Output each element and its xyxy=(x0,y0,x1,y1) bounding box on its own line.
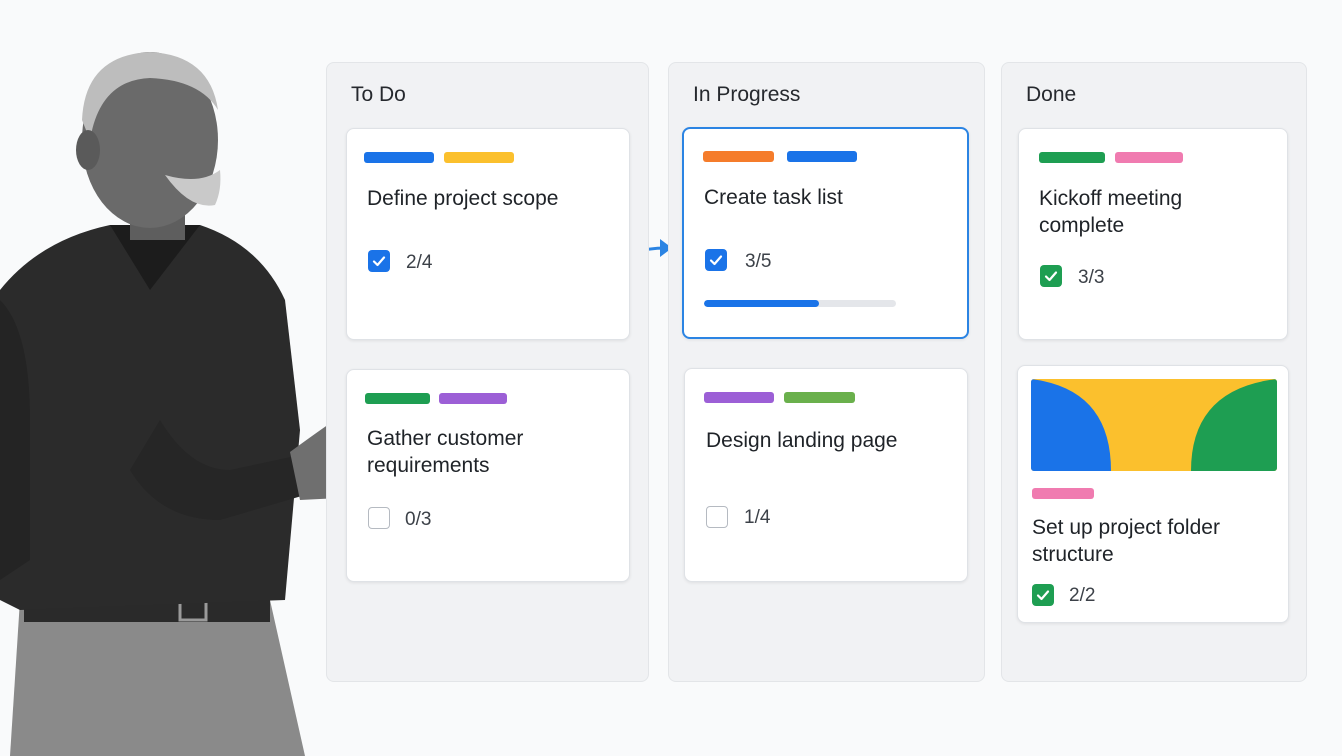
card-label[interactable] xyxy=(364,152,434,163)
card-title: Create task list xyxy=(704,186,843,209)
checklist-checkbox[interactable] xyxy=(368,507,390,529)
column-title: To Do xyxy=(351,83,406,106)
card-label[interactable] xyxy=(444,152,514,163)
checklist-count: 3/3 xyxy=(1078,267,1105,288)
card-set-up-project-folder-structure[interactable]: Set up project folder structure 2/2 xyxy=(1017,365,1289,623)
check-icon xyxy=(1036,590,1050,601)
card-define-project-scope[interactable]: Define project scope 2/4 xyxy=(346,128,630,340)
checklist-count: 1/4 xyxy=(744,507,771,528)
card-label[interactable] xyxy=(784,392,855,403)
card-kickoff-meeting-complete[interactable]: Kickoff meeting complete 3/3 xyxy=(1018,128,1288,340)
checklist-checkbox[interactable] xyxy=(706,506,728,528)
card-gather-customer-requirements[interactable]: Gather customer requirements 0/3 xyxy=(346,369,630,582)
column-title: Done xyxy=(1026,83,1077,106)
card-title: Kickoff meeting complete xyxy=(1039,187,1183,237)
card-title: Gather customer requirements xyxy=(367,427,524,477)
card-title: Set up project folder structure xyxy=(1032,516,1220,566)
checklist-checkbox[interactable] xyxy=(705,249,727,271)
presenter-figure xyxy=(0,0,330,756)
card-design-landing-page[interactable]: Design landing page 1/4 xyxy=(684,368,968,582)
checklist-count: 3/5 xyxy=(745,251,772,272)
card-label[interactable] xyxy=(439,393,507,404)
check-icon xyxy=(1044,271,1058,282)
checklist-checkbox[interactable] xyxy=(1032,584,1054,606)
card-title: Design landing page xyxy=(706,429,898,452)
progress-bar xyxy=(704,300,896,307)
checklist-count: 2/4 xyxy=(406,252,433,273)
card-label[interactable] xyxy=(1032,488,1094,499)
column-in-progress: In Progress Create task list 3/5 Design … xyxy=(668,62,985,682)
card-label[interactable] xyxy=(1039,152,1105,163)
check-icon xyxy=(372,256,386,267)
checklist-count: 0/3 xyxy=(405,509,432,530)
column-to-do: To Do Define project scope 2/4 Gather cu… xyxy=(326,62,649,682)
card-label[interactable] xyxy=(704,392,774,403)
check-icon xyxy=(709,255,723,266)
card-title: Define project scope xyxy=(367,187,559,210)
card-label[interactable] xyxy=(1115,152,1183,163)
card-label[interactable] xyxy=(787,151,857,162)
column-title: In Progress xyxy=(693,83,801,106)
checklist-count: 2/2 xyxy=(1069,585,1096,606)
checklist-checkbox[interactable] xyxy=(1040,265,1062,287)
card-cover-image xyxy=(1031,379,1277,471)
card-create-task-list[interactable]: Create task list 3/5 xyxy=(682,127,969,339)
card-label[interactable] xyxy=(703,151,774,162)
checklist-checkbox[interactable] xyxy=(368,250,390,272)
column-done: Done Kickoff meeting complete 3/3 Set up… xyxy=(1001,62,1307,682)
card-label[interactable] xyxy=(365,393,430,404)
progress-fill xyxy=(704,300,820,307)
